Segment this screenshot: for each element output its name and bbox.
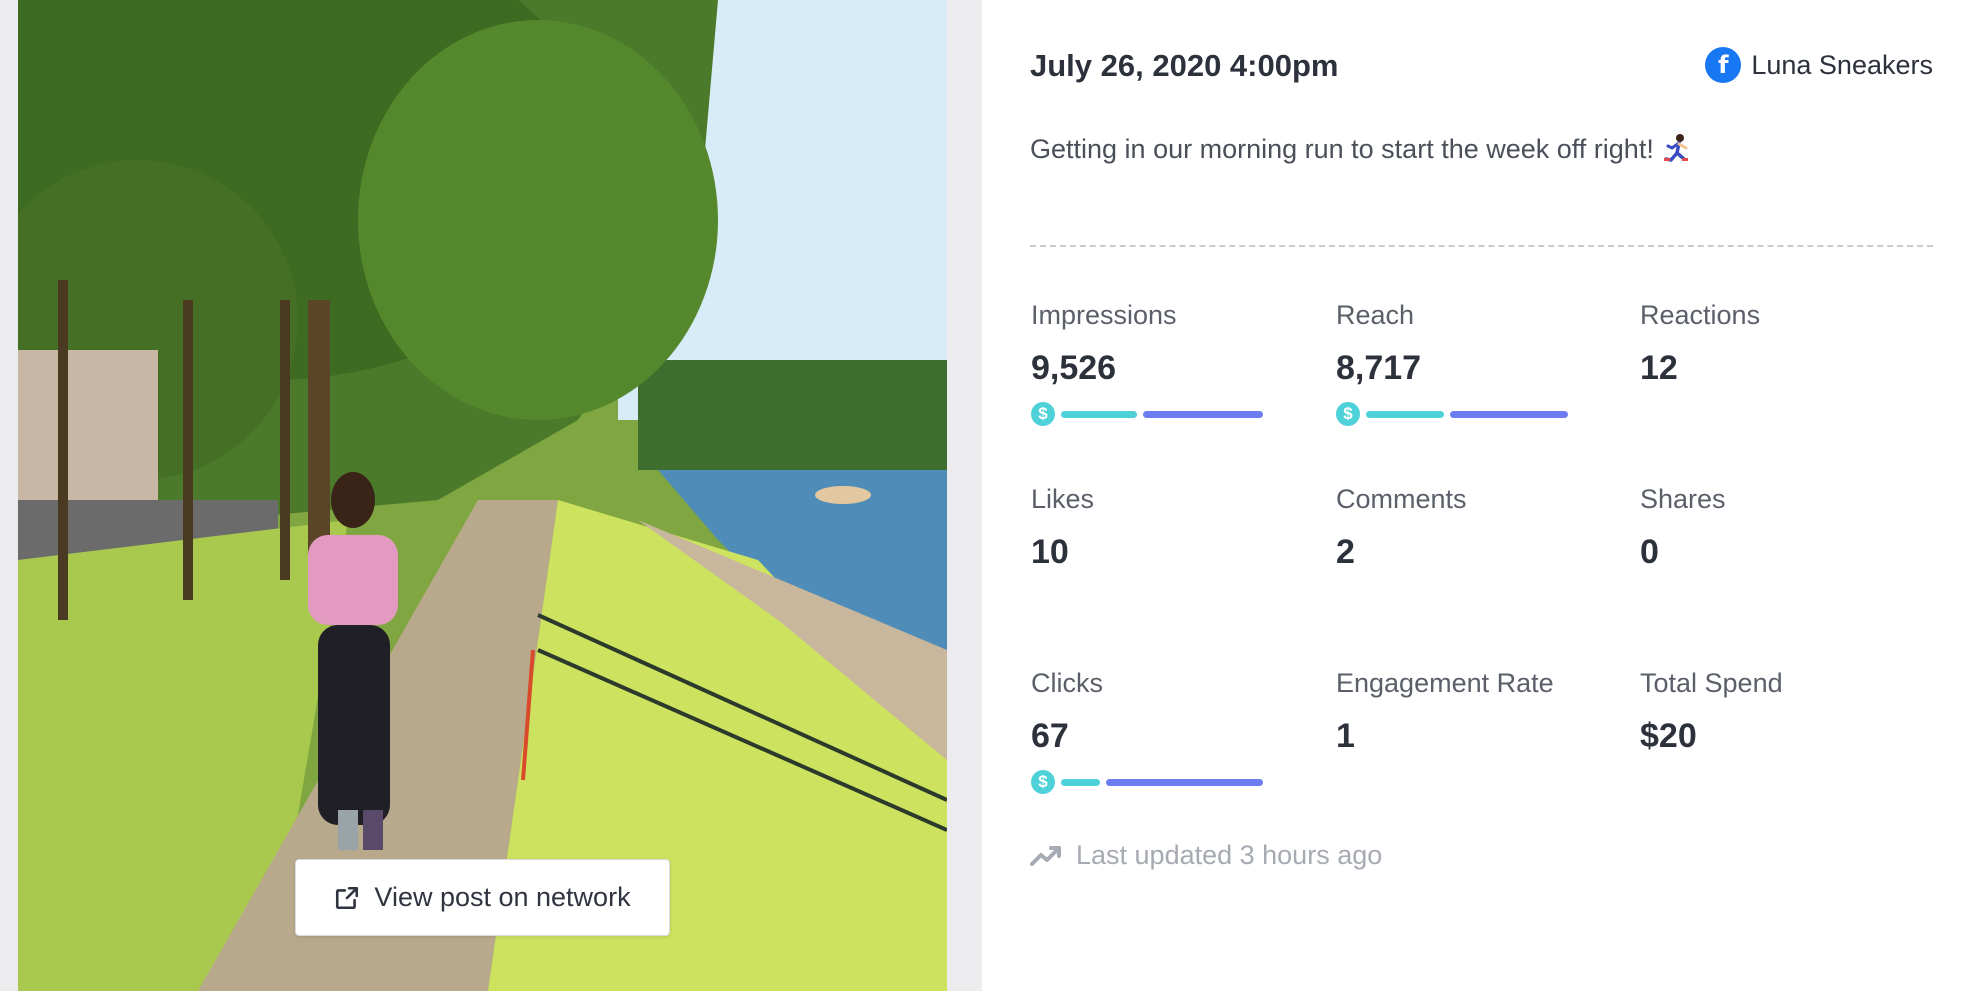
metric-value: $20 (1640, 717, 1697, 755)
network-account-name: Luna Sneakers (1751, 49, 1933, 80)
organic-segment (1450, 410, 1568, 418)
last-updated-text: Last updated 3 hours ago (1076, 840, 1383, 870)
metric-engagement-rate: Engagement Rate 1 (1336, 668, 1636, 756)
paid-organic-bar: $ (1031, 402, 1331, 426)
post-caption-text: Getting in our morning run to start the … (1030, 133, 1654, 164)
network-account[interactable]: f Luna Sneakers (1705, 47, 1933, 83)
metric-clicks: Clicks 67 $ (1031, 668, 1331, 794)
paid-segment (1061, 410, 1137, 418)
view-post-button[interactable]: View post on network (295, 859, 670, 936)
metric-comments: Comments 2 (1336, 484, 1636, 572)
metric-impressions: Impressions 9,526 $ (1031, 300, 1331, 426)
paid-segment (1061, 778, 1100, 786)
post-image (18, 0, 947, 991)
metric-value: 67 (1031, 717, 1069, 755)
facebook-icon: f (1705, 47, 1742, 83)
post-date: July 26, 2020 4:00pm (1030, 48, 1339, 83)
metric-value: 0 (1640, 533, 1659, 571)
metric-label: Shares (1640, 484, 1726, 514)
runner-icon (1662, 133, 1692, 165)
metric-label: Likes (1031, 484, 1095, 514)
metric-label: Total Spend (1640, 668, 1783, 698)
metric-label: Comments (1336, 484, 1467, 514)
metric-label: Clicks (1031, 668, 1103, 698)
dollar-icon: $ (1031, 770, 1055, 794)
paid-organic-bar: $ (1031, 770, 1331, 794)
metric-reach: Reach 8,717 $ (1336, 300, 1636, 426)
dollar-icon: $ (1031, 402, 1055, 426)
post-details-panel: July 26, 2020 4:00pm f Luna Sneakers Get… (982, 0, 1973, 991)
metric-likes: Likes 10 (1031, 484, 1331, 572)
organic-segment (1106, 778, 1263, 786)
metric-value: 1 (1336, 717, 1355, 755)
metric-reactions: Reactions 12 (1640, 300, 1940, 388)
metric-label: Reactions (1640, 300, 1761, 330)
metric-label: Impressions (1031, 300, 1177, 330)
paid-segment (1366, 410, 1444, 418)
metric-value: 8,717 (1336, 349, 1422, 387)
section-divider (1030, 245, 1933, 247)
left-gutter (0, 0, 18, 991)
paid-organic-bar: $ (1336, 402, 1636, 426)
dollar-icon: $ (1336, 402, 1360, 426)
metric-value: 12 (1640, 349, 1678, 387)
post-caption: Getting in our morning run to start the … (1030, 133, 1692, 165)
metric-value: 9,526 (1031, 349, 1117, 387)
metric-total-spend: Total Spend $20 (1640, 668, 1940, 756)
metric-label: Engagement Rate (1336, 668, 1554, 698)
organic-segment (1143, 410, 1263, 418)
divider-gutter (947, 0, 982, 991)
external-link-icon (336, 886, 359, 909)
view-post-label: View post on network (374, 882, 631, 912)
metric-value: 10 (1031, 533, 1069, 571)
metric-shares: Shares 0 (1640, 484, 1940, 572)
trend-icon (1030, 845, 1061, 866)
metric-label: Reach (1336, 300, 1415, 330)
metric-value: 2 (1336, 533, 1355, 571)
last-updated: Last updated 3 hours ago (1030, 840, 1382, 871)
running-path-photo (18, 0, 947, 991)
